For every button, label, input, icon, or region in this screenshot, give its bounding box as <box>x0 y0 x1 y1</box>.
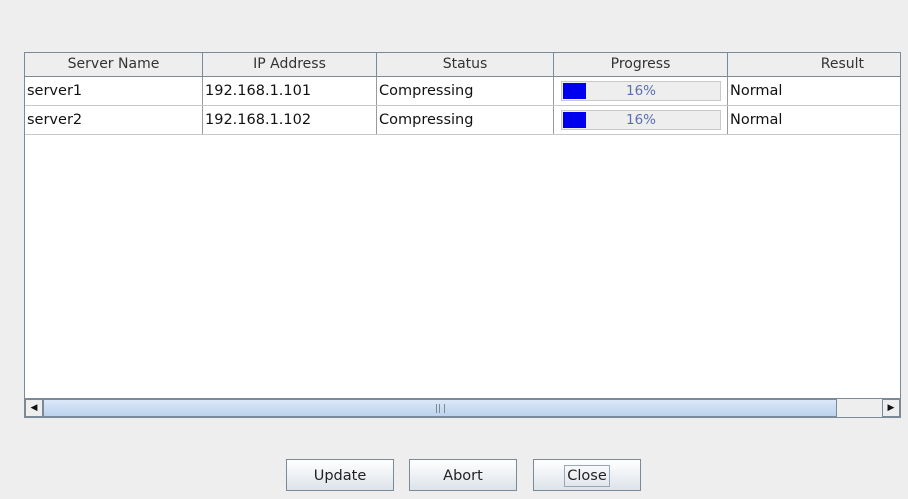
column-header-status[interactable]: Status <box>377 53 554 76</box>
close-button-label: Close <box>564 465 610 487</box>
column-header-result[interactable]: Result <box>728 53 900 76</box>
arrow-left-icon[interactable]: ◀ <box>25 399 43 417</box>
status-cell: Compressing <box>377 106 554 134</box>
progress-bar: 16% <box>561 81 721 101</box>
ip-address-cell: 192.168.1.102 <box>203 106 377 134</box>
table-header: Server Name IP Address Status Progress R… <box>25 53 900 77</box>
column-header-progress[interactable]: Progress <box>554 53 728 76</box>
close-button[interactable]: Close <box>533 459 641 491</box>
progress-percent-label: 16% <box>625 112 656 128</box>
arrow-right-icon[interactable]: ▶ <box>882 399 900 417</box>
status-cell: Compressing <box>377 77 554 105</box>
progress-cell: 16% <box>554 106 728 134</box>
scrollbar-track[interactable] <box>43 399 882 417</box>
server-table: Server Name IP Address Status Progress R… <box>24 52 901 418</box>
column-header-ip-address[interactable]: IP Address <box>203 53 377 76</box>
result-cell: Normal <box>730 112 783 128</box>
dialog-button-bar: Update Abort Close <box>0 459 908 491</box>
table-row[interactable]: server2 192.168.1.102 Compressing 16% No… <box>25 106 900 135</box>
grip-icon <box>435 403 445 413</box>
progress-percent-label: 16% <box>625 83 656 99</box>
update-button[interactable]: Update <box>286 459 394 491</box>
progress-bar: 16% <box>561 110 721 130</box>
table-row[interactable]: server1 192.168.1.101 Compressing 16% No… <box>25 77 900 106</box>
server-name-cell: server2 <box>25 106 203 134</box>
ip-address-cell: 192.168.1.101 <box>203 77 377 105</box>
result-cell: Normal <box>730 83 783 99</box>
horizontal-scrollbar[interactable]: ◀ ▶ <box>25 398 900 417</box>
server-name-cell: server1 <box>25 77 203 105</box>
export-progress-dialog: Server Name IP Address Status Progress R… <box>0 0 908 499</box>
scrollbar-thumb[interactable] <box>43 399 837 417</box>
progress-cell: 16% <box>554 77 728 105</box>
column-header-server-name[interactable]: Server Name <box>25 53 203 76</box>
abort-button[interactable]: Abort <box>409 459 517 491</box>
